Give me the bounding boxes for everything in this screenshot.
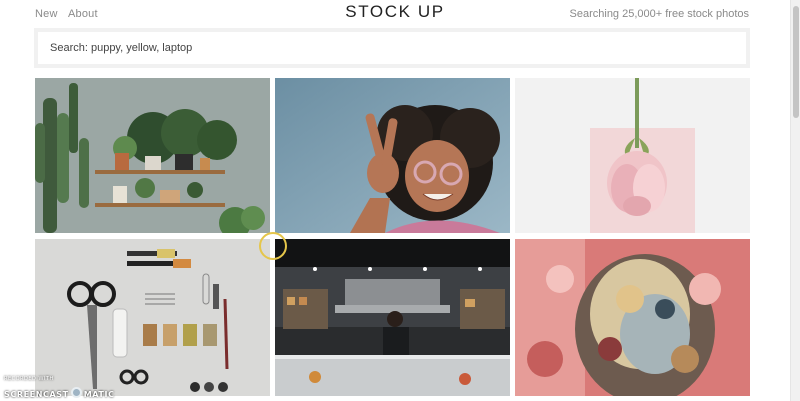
watermark-brand-suffix: MATIC [83, 390, 115, 399]
site-tagline: Searching 25,000+ free stock photos [569, 8, 749, 20]
search-bar [34, 28, 750, 68]
photo-woman-peace-sign[interactable] [275, 78, 510, 233]
photo-woman-image [275, 78, 510, 233]
photo-restaurant-kitchen[interactable] [275, 239, 510, 396]
recorder-watermark: RECORDED WITH SCREENCAST MATIC [4, 376, 115, 401]
cursor-highlight-ring [259, 232, 287, 260]
photo-rose-image [515, 78, 750, 233]
photo-tools-image [35, 239, 270, 396]
photo-kitchen-image [275, 239, 510, 396]
photo-plants-on-shelves[interactable] [35, 78, 270, 233]
watermark-line1: RECORDED WITH [4, 376, 54, 382]
photo-plants-image [35, 78, 270, 233]
watermark-brand: SCREENCAST [4, 390, 69, 399]
photo-embroidered-fabric[interactable] [515, 239, 750, 396]
photo-fabric-image [515, 239, 750, 396]
page-scrollbar[interactable] [790, 0, 800, 401]
top-bar: New About STOCK UP Searching 25,000+ fre… [0, 0, 790, 30]
photo-tailoring-tools[interactable] [35, 239, 270, 396]
scrollbar-thumb[interactable] [793, 6, 799, 118]
screencast-logo-icon [70, 387, 82, 398]
photo-pink-rose[interactable] [515, 78, 750, 233]
search-input[interactable] [38, 32, 746, 64]
